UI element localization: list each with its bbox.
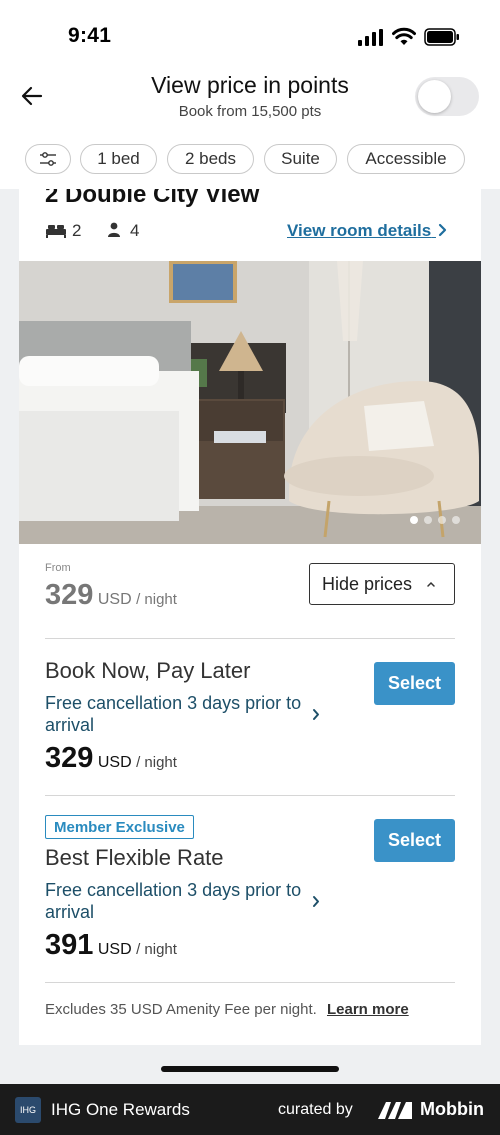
rate-price-amount: 391 <box>45 929 94 961</box>
bed-count: 2 <box>72 221 82 240</box>
rate-price-per-night: / night <box>136 754 177 771</box>
from-price-per-night: / night <box>136 591 177 608</box>
footer-curated-by: curated by <box>278 1101 353 1118</box>
room-photo <box>19 261 481 544</box>
status-time: 9:41 <box>68 24 112 47</box>
footer-app-name: IHG One Rewards <box>51 1100 190 1119</box>
wifi-icon <box>392 27 416 45</box>
rate-price-currency: USD <box>97 941 132 958</box>
amenity-fee-note: Excludes 35 USD Amenity Fee per night. L… <box>45 1001 409 1018</box>
ihg-logo: IHG <box>15 1097 41 1123</box>
battery-icon <box>424 28 459 46</box>
from-label: From <box>45 562 71 574</box>
rate-price-currency: USD <box>97 754 132 771</box>
carousel-dot-3[interactable] <box>438 516 446 524</box>
filter-settings-button[interactable] <box>25 144 71 174</box>
rate-cancellation-policy[interactable]: Free cancellation 3 days prior to arriva… <box>45 692 315 736</box>
rate-policy-chevron[interactable] <box>307 889 325 913</box>
guest-count: 4 <box>130 221 140 240</box>
room-title: 2 Double City View <box>45 189 260 208</box>
rate-price-amount: 329 <box>45 742 94 774</box>
guest-icon <box>108 222 120 237</box>
from-price-currency: USD <box>97 591 132 608</box>
from-price-amount: 329 <box>45 579 94 611</box>
bed-icon <box>46 225 66 238</box>
rate-price: 329 USD / night <box>45 742 177 775</box>
learn-more-link[interactable]: Learn more <box>327 1001 409 1018</box>
chevron-right-icon <box>313 708 319 720</box>
filter-chip-accessible[interactable]: Accessible <box>347 144 465 174</box>
divider <box>45 982 455 983</box>
divider <box>45 795 455 796</box>
filter-chip-suite[interactable]: Suite <box>264 144 337 174</box>
rate-price-per-night: / night <box>136 941 177 958</box>
rate-cancellation-policy[interactable]: Free cancellation 3 days prior to arriva… <box>45 879 315 923</box>
room-card: 2 Double City View 2 4 View room details <box>19 189 481 1045</box>
home-indicator <box>161 1066 339 1072</box>
room-photo-carousel[interactable] <box>19 261 481 544</box>
rate-title-book-now: Book Now, Pay Later <box>45 658 251 683</box>
divider <box>45 638 455 639</box>
filter-chip-1-bed[interactable]: 1 bed <box>80 144 157 174</box>
hide-prices-button[interactable]: Hide prices <box>309 563 455 605</box>
toggle-knob <box>418 80 451 113</box>
chevron-up-icon <box>427 581 435 587</box>
from-price: 329 USD / night <box>45 579 177 612</box>
rate-price: 391 USD / night <box>45 929 177 962</box>
mobbin-logo-icon <box>378 1102 412 1119</box>
view-room-details-link[interactable]: View room details <box>287 221 448 241</box>
sliders-icon <box>40 152 56 166</box>
chevron-right-icon <box>438 223 447 237</box>
footer-brand: Mobbin <box>420 1099 484 1119</box>
carousel-dot-4[interactable] <box>452 516 460 524</box>
hide-prices-label: Hide prices <box>322 573 413 594</box>
amenity-fee-text: Excludes 35 USD Amenity Fee per night. <box>45 1001 317 1018</box>
select-button-best-flexible[interactable]: Select <box>374 819 455 862</box>
carousel-dot-2[interactable] <box>424 516 432 524</box>
rate-title-best-flexible: Best Flexible Rate <box>45 845 224 870</box>
member-exclusive-badge: Member Exclusive <box>45 815 194 839</box>
chevron-right-icon <box>313 895 319 907</box>
filter-chip-2-beds[interactable]: 2 beds <box>167 144 254 174</box>
rate-policy-chevron[interactable] <box>307 702 325 726</box>
carousel-dot-1[interactable] <box>410 516 418 524</box>
view-room-details-label: View room details <box>287 221 432 240</box>
cellular-signal-icon <box>358 29 383 46</box>
select-button-book-now[interactable]: Select <box>374 662 455 705</box>
